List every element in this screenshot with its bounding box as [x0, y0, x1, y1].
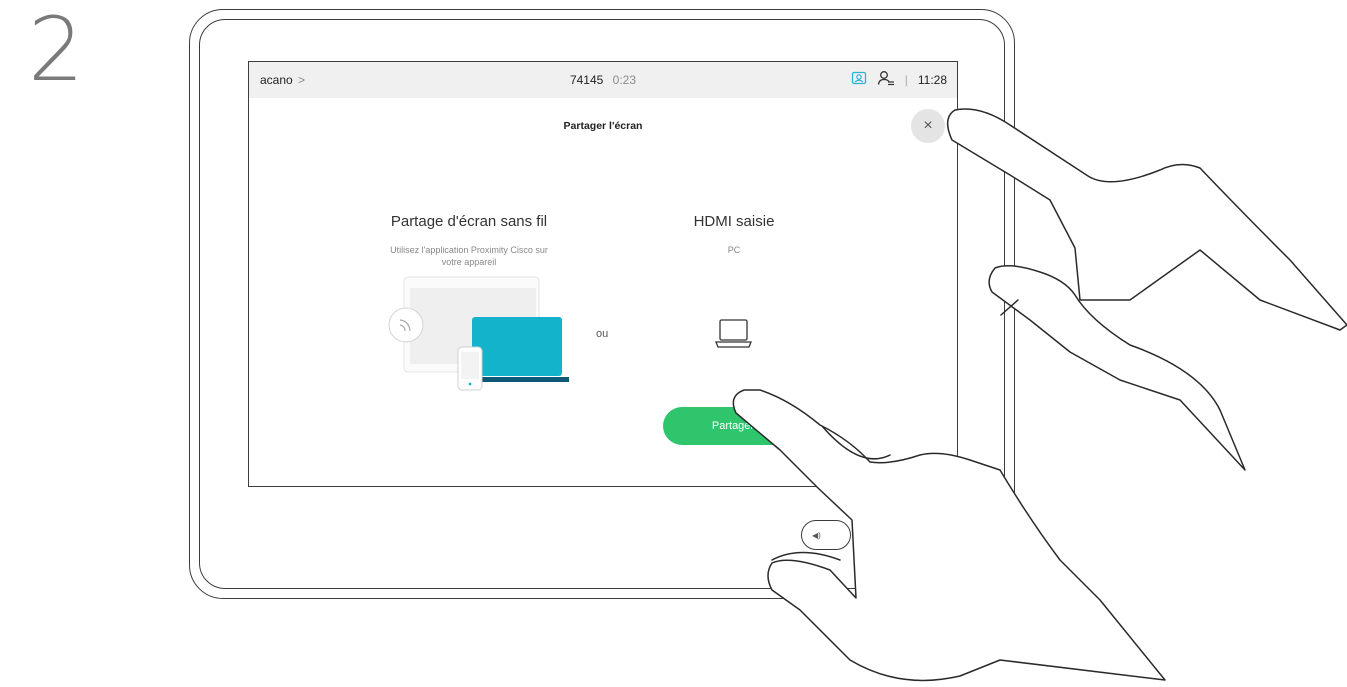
pointing-hand-illustration — [732, 108, 1347, 682]
